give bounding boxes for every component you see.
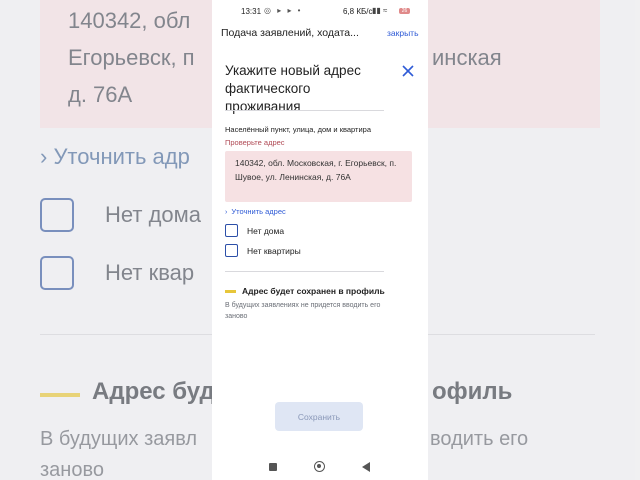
no-house-checkbox[interactable] xyxy=(225,224,238,237)
highlight-bar xyxy=(225,290,236,293)
divider xyxy=(225,110,384,111)
signal-icon: ▮▮ ≈ xyxy=(372,6,388,15)
address-field[interactable]: 140342, обл. Московская, г. Егорьевск, п… xyxy=(225,151,412,202)
system-nav-bar xyxy=(212,454,428,480)
recents-icon[interactable] xyxy=(269,463,277,471)
save-button[interactable]: Сохранить xyxy=(275,402,363,431)
saved-profile-subtitle: В будущих заявлениях не придется вводить… xyxy=(225,302,381,320)
refine-address-link[interactable]: › Уточнить адрес xyxy=(225,207,286,216)
home-icon[interactable] xyxy=(314,461,325,472)
phone-screen: 13:31 ◎ ▸ ▸ • 6,8 КБ/с ▮▮ ≈ 26 Подача за… xyxy=(212,0,428,480)
refine-address-label: Уточнить адрес xyxy=(231,207,286,216)
status-time: 13:31 xyxy=(241,7,262,16)
notification-icons: ◎ ▸ ▸ • xyxy=(264,6,303,15)
app-header: Подача заявлений, ходата... закрыть xyxy=(212,22,428,46)
back-icon[interactable] xyxy=(362,462,370,472)
network-speed: 6,8 КБ/с xyxy=(343,7,373,16)
page-title: Подача заявлений, ходата... xyxy=(221,27,359,39)
battery-icon: 26 xyxy=(399,8,410,14)
no-house-label[interactable]: Нет дома xyxy=(247,226,284,236)
modal-title: Укажите новый адрес фактического прожива… xyxy=(225,63,361,114)
address-field-label: Населённый пункт, улица, дом и квартира xyxy=(225,125,372,134)
status-bar: 13:31 ◎ ▸ ▸ • 6,8 КБ/с ▮▮ ≈ 26 xyxy=(212,0,428,22)
chevron-right-icon: › xyxy=(225,209,228,216)
no-flat-label[interactable]: Нет квартиры xyxy=(247,246,301,256)
saved-profile-title: Адрес будет сохранен в профиль xyxy=(242,286,385,296)
close-icon[interactable] xyxy=(401,64,415,78)
close-link[interactable]: закрыть xyxy=(387,28,419,38)
divider xyxy=(225,271,384,272)
address-error-text: Проверьте адрес xyxy=(225,138,285,147)
no-flat-checkbox[interactable] xyxy=(225,244,238,257)
